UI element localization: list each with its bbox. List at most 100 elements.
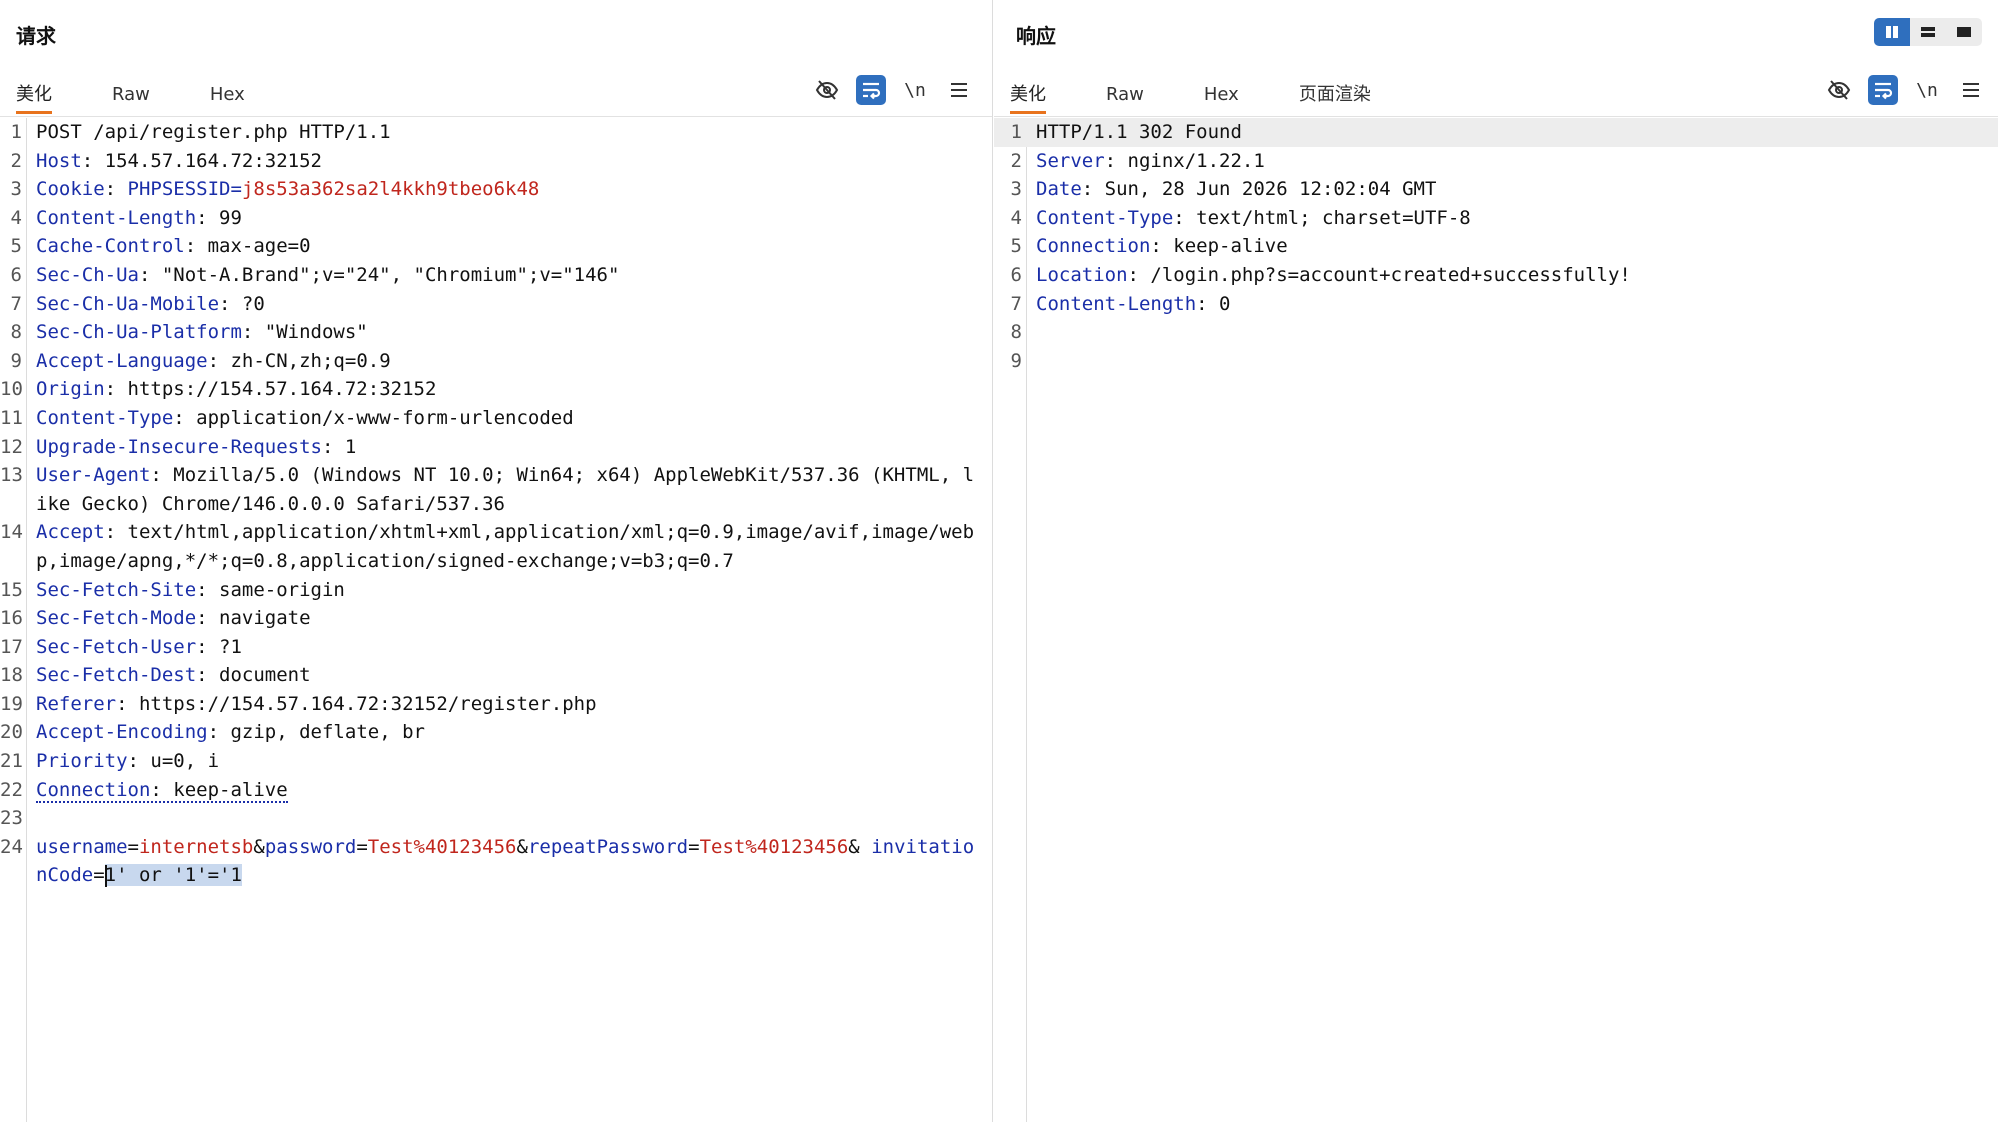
- eye-off-icon: [1827, 80, 1851, 100]
- request-line: 5 Cache-Control: max-age=0: [0, 232, 992, 261]
- header-value: keep-alive: [173, 778, 288, 801]
- request-line: 2 Host: 154.57.164.72:32152: [0, 147, 992, 176]
- menu-icon[interactable]: [1956, 75, 1986, 105]
- header-name: Host: [36, 149, 82, 172]
- request-line: 21 Priority: u=0, i: [0, 747, 992, 776]
- request-line: 10 Origin: https://154.57.164.72:32152: [0, 375, 992, 404]
- request-line: 20 Accept-Encoding: gzip, deflate, br: [0, 718, 992, 747]
- header-name: Server: [1036, 149, 1105, 172]
- request-line: 18 Sec-Fetch-Dest: document: [0, 661, 992, 690]
- header-name: Sec-Fetch-Site: [36, 578, 197, 601]
- response-line: 5 Connection: keep-alive: [994, 232, 1998, 261]
- hamburger-icon: [951, 83, 967, 97]
- header-value: 99: [219, 206, 242, 229]
- layout-switcher: [1874, 18, 1982, 46]
- header-value: 154.57.164.72:32152: [104, 149, 322, 172]
- request-title: 请求: [16, 24, 56, 48]
- line-number: 9: [10, 349, 22, 372]
- request-line: 19 Referer: https://154.57.164.72:32152/r…: [0, 690, 992, 719]
- rows-icon: [1921, 27, 1935, 37]
- line-number: 5: [1010, 235, 1022, 258]
- header-name: Content-Length: [1036, 292, 1197, 315]
- header-value: document: [219, 664, 311, 687]
- response-line: 4 Content-Type: text/html; charset=UTF-8: [994, 204, 1998, 233]
- request-editor[interactable]: 1 POST /api/register.php HTTP/1.1 2 Host…: [0, 118, 992, 1122]
- request-line: 16 Sec-Fetch-Mode: navigate: [0, 604, 992, 633]
- header-name: Connection: [36, 778, 151, 801]
- layout-single-button[interactable]: [1946, 18, 1982, 46]
- menu-icon[interactable]: [944, 75, 974, 105]
- line-number: 10: [0, 378, 23, 401]
- line-number: 3: [10, 178, 22, 201]
- cookie-value: j8s53a362sa2l4kkh9tbeo6k48: [241, 178, 540, 201]
- header-name: Connection: [1036, 235, 1151, 258]
- request-line: 3 Cookie: PHPSESSID=j8s53a362sa2l4kkh9tb…: [0, 175, 992, 204]
- hide-eye-icon[interactable]: [812, 75, 842, 105]
- layout-stacked-button[interactable]: [1910, 18, 1946, 46]
- param-name: password: [264, 835, 357, 858]
- hamburger-icon: [1963, 83, 1979, 97]
- response-line: 7 Content-Length: 0: [994, 290, 1998, 319]
- request-line: 6 Sec-Ch-Ua: "Not-A.Brand";v="24", "Chrom…: [0, 261, 992, 290]
- header-name: Upgrade-Insecure-Requests: [36, 435, 322, 458]
- header-value: u=0, i: [150, 750, 220, 773]
- response-title: 响应: [1016, 24, 1056, 48]
- line-number: 4: [1010, 206, 1022, 229]
- request-line-text: POST /api/register.php HTTP/1.1: [36, 121, 391, 143]
- header-value: navigate: [219, 607, 311, 630]
- line-number: 3: [1010, 178, 1022, 201]
- line-number: 24: [0, 835, 23, 858]
- request-line: 1 POST /api/register.php HTTP/1.1: [0, 118, 992, 147]
- header-name: Content-Type: [36, 406, 174, 429]
- header-value: gzip, deflate, br: [230, 721, 425, 744]
- response-line: 2 Server: nginx/1.22.1: [994, 147, 1998, 176]
- wrap-icon: [1875, 82, 1893, 100]
- line-number: 2: [1010, 149, 1022, 172]
- header-value: keep-alive: [1173, 235, 1288, 258]
- hide-eye-icon[interactable]: [1824, 75, 1854, 105]
- response-line: 8: [994, 318, 1998, 347]
- line-number: 8: [10, 321, 22, 344]
- line-number: 5: [10, 235, 22, 258]
- header-name: Sec-Ch-Ua-Platform: [36, 321, 242, 344]
- param-value-selected: 1' or '1'='1: [104, 864, 242, 887]
- wrap-lines-icon[interactable]: [1868, 75, 1898, 105]
- request-line: 4 Content-Length: 99: [0, 204, 992, 233]
- tab-raw[interactable]: Raw: [1106, 72, 1144, 114]
- param-name: username: [36, 835, 128, 858]
- header-name: Priority: [36, 750, 128, 773]
- wrap-lines-icon[interactable]: [856, 75, 886, 105]
- tab-hex[interactable]: Hex: [1204, 72, 1239, 114]
- tab-raw[interactable]: Raw: [112, 72, 150, 114]
- single-pane-icon: [1957, 27, 1971, 37]
- header-name: Accept-Encoding: [36, 721, 208, 744]
- line-number: 21: [0, 750, 23, 773]
- response-line: 9: [994, 347, 1998, 376]
- request-panel: 请求 美化 Raw Hex \n 1 POST /api/register.ph…: [0, 0, 993, 1122]
- header-name: Referer: [36, 692, 117, 715]
- response-editor[interactable]: 1 HTTP/1.1 302 Found 2 Server: nginx/1.22.…: [994, 118, 1998, 1122]
- line-number: 6: [10, 263, 22, 286]
- tab-pretty[interactable]: 美化: [16, 72, 52, 114]
- newline-toggle[interactable]: \n: [1912, 75, 1942, 105]
- selected-text[interactable]: 1' or '1'='1: [104, 864, 242, 887]
- line-number: 8: [1010, 321, 1022, 344]
- tab-hex[interactable]: Hex: [210, 72, 245, 114]
- newline-toggle[interactable]: \n: [900, 75, 930, 105]
- response-line: 6 Location: /login.php?s=account+created+…: [994, 261, 1998, 290]
- request-line: 9 Accept-Language: zh-CN,zh;q=0.9: [0, 347, 992, 376]
- line-number: 2: [10, 149, 22, 172]
- line-number: 20: [0, 721, 23, 744]
- line-number: 11: [0, 406, 23, 429]
- request-line: 11 Content-Type: application/x-www-form-u…: [0, 404, 992, 433]
- line-number: 7: [10, 292, 22, 315]
- param-value: Test%40123456: [699, 835, 849, 858]
- tab-render[interactable]: 页面渲染: [1299, 72, 1371, 114]
- line-number: 16: [0, 607, 23, 630]
- header-value: ?1: [219, 635, 242, 658]
- request-line: 15 Sec-Fetch-Site: same-origin: [0, 576, 992, 605]
- tab-pretty[interactable]: 美化: [1010, 72, 1046, 114]
- response-line: 1 HTTP/1.1 302 Found: [994, 118, 1998, 147]
- layout-side-by-side-button[interactable]: [1874, 18, 1910, 46]
- line-number: 14: [0, 521, 23, 544]
